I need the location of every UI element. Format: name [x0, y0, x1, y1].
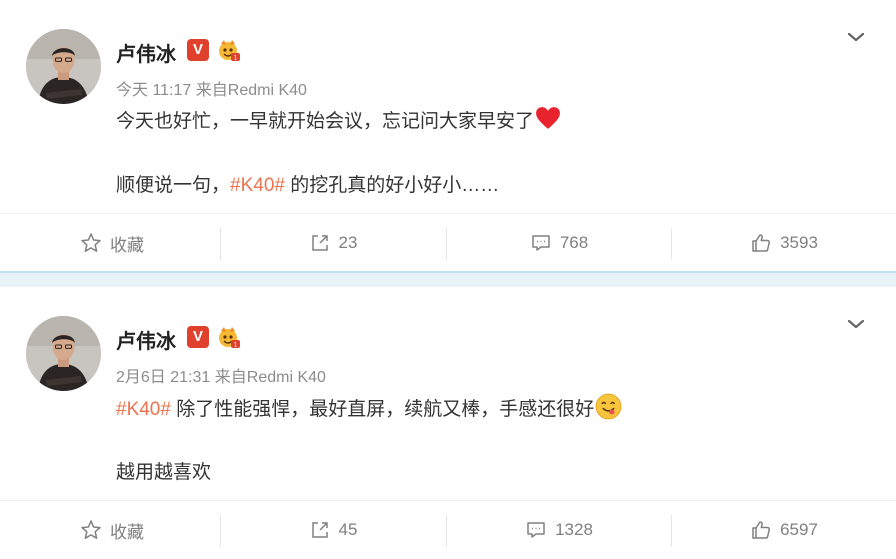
- post-text-line: #K40# 除了性能强悍，最好直屏，续航又棒，手感还很好: [116, 393, 622, 427]
- username[interactable]: 卢伟冰: [116, 325, 176, 354]
- svg-text:1: 1: [234, 342, 238, 349]
- comment-count: 768: [559, 233, 589, 252]
- source-prefix: 来自: [195, 82, 228, 99]
- post-time[interactable]: 今天 11:17: [116, 82, 191, 99]
- comment-icon: [527, 522, 545, 538]
- share-icon: [311, 522, 328, 538]
- feed-separator: [0, 271, 896, 287]
- post-text-line: 顺便说一句，#K40# 的挖孔真的好小好小……: [116, 175, 499, 198]
- like-button[interactable]: 3593: [672, 214, 896, 272]
- share-icon: [311, 235, 328, 251]
- thumbs-up-icon: [752, 521, 771, 539]
- repost-count: 23: [338, 233, 358, 252]
- post-text-line: 今天也好忙，一早就开始会议，忘记问大家早安了: [116, 106, 561, 137]
- verified-icon: V: [187, 326, 209, 348]
- like-count: 3593: [780, 233, 818, 252]
- favorite-button[interactable]: 收藏: [0, 214, 224, 272]
- topic-link[interactable]: #K40#: [116, 399, 171, 420]
- post-text: 今天也好忙，一早就开始会议，忘记问大家早安了: [116, 111, 535, 132]
- repost-button[interactable]: 45: [221, 501, 445, 559]
- chevron-down-icon[interactable]: [845, 26, 867, 48]
- like-count: 6597: [780, 520, 818, 539]
- svg-text:1: 1: [234, 55, 238, 62]
- post-meta: 2月6日 21:31 来自Redmi K40: [116, 363, 326, 387]
- post-source: Redmi K40: [246, 369, 326, 386]
- like-button[interactable]: 6597: [672, 501, 896, 559]
- comment-button[interactable]: 1328: [447, 501, 671, 559]
- post-text: 顺便说一句，: [116, 175, 231, 196]
- post-text: 越用越喜欢: [116, 462, 212, 483]
- post-text: 除了性能强悍，最好直屏，续航又棒，手感还很好: [170, 399, 595, 420]
- comment-icon: [532, 235, 550, 251]
- favorite-label: 收藏: [110, 522, 144, 542]
- avatar[interactable]: [26, 316, 101, 391]
- chevron-down-icon[interactable]: [845, 313, 867, 335]
- weibo-post: 卢伟冰 V 1 2月6日 21:31 来自Redmi K40 #K40# 除了性…: [0, 287, 896, 554]
- action-bar: 收藏 45 1328 6597: [0, 500, 896, 558]
- yum-face-icon: [595, 393, 622, 427]
- verified-icon: V: [187, 39, 209, 61]
- action-bar: 收藏 23 768 3593: [0, 213, 896, 271]
- topic-link[interactable]: #K40#: [230, 175, 285, 196]
- post-meta: 今天 11:17 来自Redmi K40: [116, 76, 307, 100]
- comment-button[interactable]: 768: [447, 214, 671, 272]
- source-prefix: 来自: [214, 369, 247, 386]
- username[interactable]: 卢伟冰: [116, 38, 176, 67]
- star-icon: [81, 520, 101, 539]
- post-text-line: 越用越喜欢: [116, 462, 211, 485]
- post-time[interactable]: 2月6日 21:31: [116, 369, 210, 386]
- repost-button[interactable]: 23: [221, 214, 445, 272]
- favorite-label: 收藏: [110, 235, 144, 255]
- level-badge-icon: 1: [215, 324, 241, 350]
- avatar[interactable]: [26, 29, 101, 104]
- post-source: Redmi K40: [227, 82, 307, 99]
- red-heart-icon: [535, 106, 561, 137]
- thumbs-up-icon: [752, 234, 771, 252]
- weibo-post: 卢伟冰 V 1 今天 11:17 来自Redmi K40 今天也好忙，一早就开始…: [0, 0, 896, 271]
- repost-count: 45: [338, 520, 358, 539]
- comment-count: 1328: [555, 520, 593, 539]
- star-icon: [81, 233, 101, 252]
- level-badge-icon: 1: [215, 37, 241, 63]
- favorite-button[interactable]: 收藏: [0, 501, 224, 559]
- post-text: 的挖孔真的好小好小……: [284, 175, 500, 196]
